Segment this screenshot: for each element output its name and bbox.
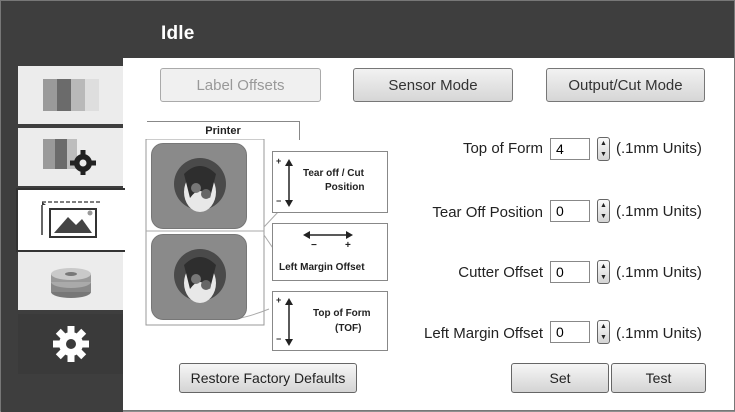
top-of-form-label: Top of Form xyxy=(462,140,543,157)
app-window: Idle Label Offsets Sensor Mode Output/Cu… xyxy=(0,0,735,412)
tof-caption: (TOF) xyxy=(335,323,362,334)
sidebar-item-label-offsets[interactable] xyxy=(16,188,125,252)
media-roll-icon xyxy=(50,268,91,298)
restore-factory-defaults-button[interactable]: Restore Factory Defaults xyxy=(179,363,357,393)
gear-icon xyxy=(52,326,89,362)
up-arrow-icon: ▲ xyxy=(600,202,607,209)
label-image-icon xyxy=(40,201,102,238)
cutter-offset-input[interactable] xyxy=(550,261,590,283)
cutter-offset-stepper[interactable]: ▲ ▼ xyxy=(597,260,610,284)
position-label: Position xyxy=(325,182,365,193)
sidebar-item-media[interactable] xyxy=(18,252,123,312)
tear-off-position-unit: (.1mm Units) xyxy=(616,203,702,220)
left-margin-offset-label: Left Margin Offset xyxy=(424,325,543,342)
color-settings-icon xyxy=(42,139,96,175)
down-arrow-icon: ▼ xyxy=(600,151,607,158)
down-arrow-icon: ▼ xyxy=(600,274,607,281)
photo-icon xyxy=(174,158,226,212)
color-bars-icon xyxy=(42,79,99,111)
tab-sensor-mode[interactable]: Sensor Mode xyxy=(353,68,513,102)
left-margin-offset-input[interactable] xyxy=(550,321,590,343)
header-bar: Idle xyxy=(1,1,734,58)
status-title: Idle xyxy=(161,23,195,44)
callout-tear-off: + − Tear off / Cut Position xyxy=(272,151,388,213)
cutter-offset-label: Cutter Offset xyxy=(458,264,543,281)
label-card-bottom xyxy=(151,234,247,320)
test-button[interactable]: Test xyxy=(611,363,706,393)
minus-sign: − xyxy=(276,334,282,344)
tear-off-position-label: Tear Off Position xyxy=(432,204,543,221)
plus-sign: + xyxy=(345,240,351,251)
sidebar-item-settings[interactable] xyxy=(18,314,123,376)
sidebar-item-color-settings[interactable] xyxy=(18,128,123,188)
down-arrow-icon: ▼ xyxy=(600,334,607,341)
printer-label: Printer xyxy=(147,121,300,140)
top-of-form-input[interactable] xyxy=(550,138,590,160)
sidebar-footer xyxy=(1,382,123,412)
left-margin-offset-stepper[interactable]: ▲ ▼ xyxy=(597,320,610,344)
up-arrow-icon: ▲ xyxy=(600,323,607,330)
tear-off-cut-label: Tear off / Cut xyxy=(303,168,364,179)
sidebar-item-color[interactable] xyxy=(18,66,123,126)
photo-icon xyxy=(174,249,226,303)
label-card-top xyxy=(151,143,247,229)
left-margin-offset-caption: Left Margin Offset xyxy=(279,262,365,273)
sidebar xyxy=(1,58,125,412)
minus-sign: − xyxy=(276,196,282,206)
up-arrow-icon: ▲ xyxy=(600,140,607,147)
plus-sign: + xyxy=(276,295,282,305)
tab-label-offsets[interactable]: Label Offsets xyxy=(160,68,321,102)
left-margin-offset-unit: (.1mm Units) xyxy=(616,325,702,342)
top-of-form-caption: Top of Form xyxy=(313,308,371,319)
tear-off-position-input[interactable] xyxy=(550,200,590,222)
top-of-form-stepper[interactable]: ▲ ▼ xyxy=(597,137,610,161)
callout-top-of-form: + − Top of Form (TOF) xyxy=(272,291,388,351)
tab-output-cut-mode[interactable]: Output/Cut Mode xyxy=(546,68,705,102)
set-button[interactable]: Set xyxy=(511,363,609,393)
top-of-form-unit: (.1mm Units) xyxy=(616,140,702,157)
tear-off-position-stepper[interactable]: ▲ ▼ xyxy=(597,199,610,223)
down-arrow-icon: ▼ xyxy=(600,213,607,220)
cutter-offset-unit: (.1mm Units) xyxy=(616,264,702,281)
callout-left-margin: − + Left Margin Offset xyxy=(272,223,388,281)
minus-sign: − xyxy=(311,240,317,251)
up-arrow-icon: ▲ xyxy=(600,263,607,270)
plus-sign: + xyxy=(276,156,282,166)
